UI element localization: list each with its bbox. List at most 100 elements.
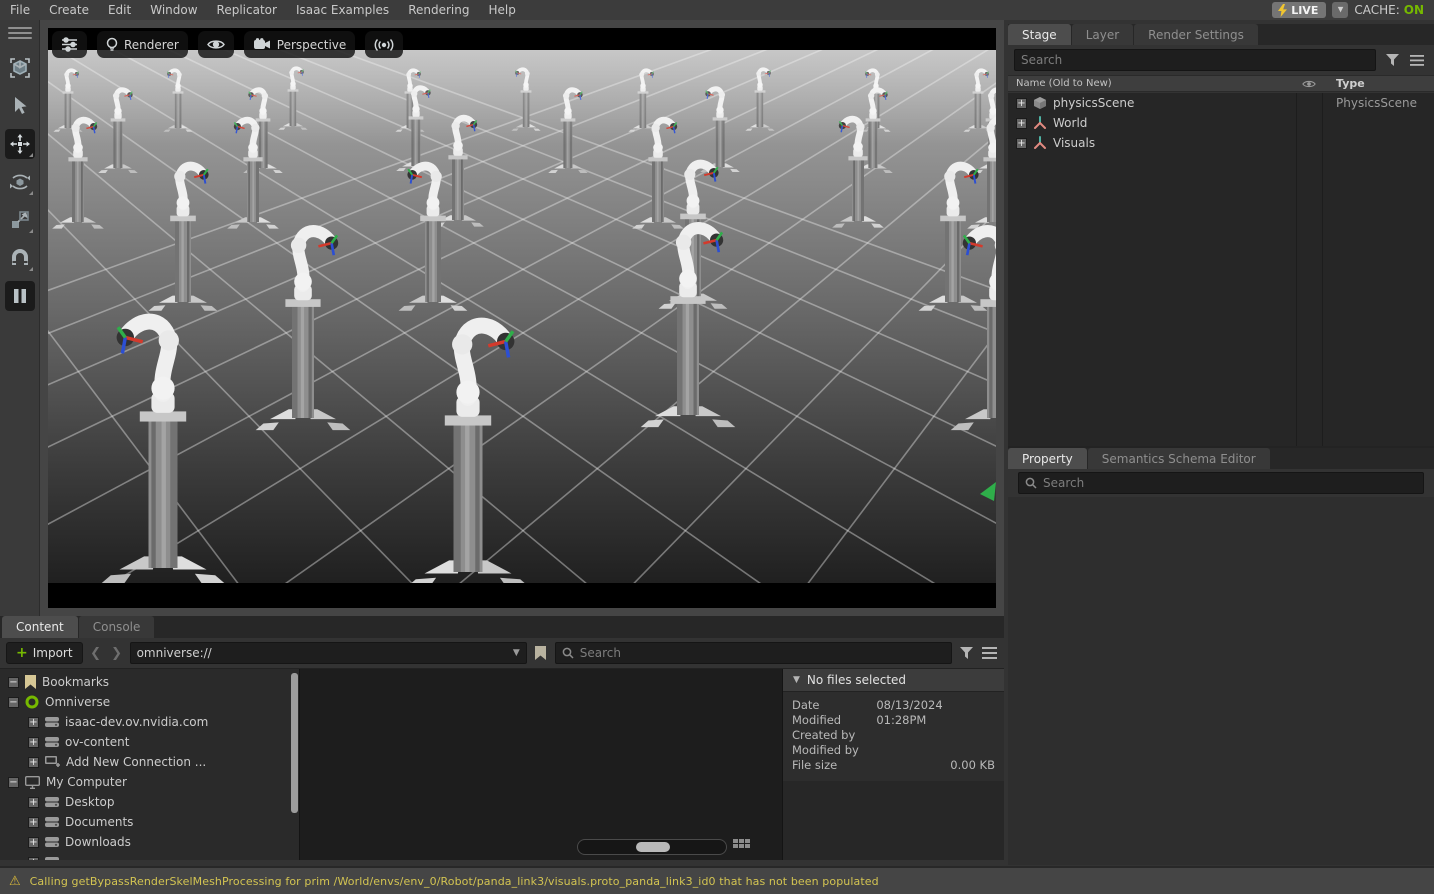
rotate-tool-button[interactable] xyxy=(5,167,35,197)
stage-tree: physicsScene PhysicsScene xyxy=(1008,93,1434,446)
date-modified-row: Date Modified 08/13/2024 01:28PM xyxy=(792,698,995,728)
menu-isaac-examples[interactable]: Isaac Examples xyxy=(296,3,389,17)
tree-item-ov-content[interactable]: ov-content xyxy=(0,732,299,752)
expand-icon[interactable] xyxy=(28,797,39,808)
drive-icon xyxy=(45,816,59,828)
tree-item-isaac-dev-server[interactable]: isaac-dev.ov.nvidia.com xyxy=(0,712,299,732)
tree-label: Add New Connection ... xyxy=(66,755,206,769)
tab-semantics-schema-editor[interactable]: Semantics Schema Editor xyxy=(1088,448,1270,469)
expand-icon[interactable] xyxy=(28,837,39,848)
status-message: Calling getBypassRenderSkelMeshProcessin… xyxy=(30,875,879,888)
collapse-icon[interactable] xyxy=(8,697,19,708)
tree-item-omniverse[interactable]: Omniverse xyxy=(0,692,299,712)
name-column-header[interactable]: Name (Old to New) xyxy=(1008,78,1296,89)
viewport-render-area[interactable]: Renderer Perspective xyxy=(48,28,996,608)
tab-content[interactable]: Content xyxy=(2,616,78,638)
stage-search-field[interactable] xyxy=(1014,49,1376,71)
stage-row-visuals[interactable]: Visuals xyxy=(1008,133,1434,153)
tree-item-add-new-connection[interactable]: Add New Connection ... xyxy=(0,752,299,772)
expand-icon[interactable] xyxy=(28,717,39,728)
path-input[interactable] xyxy=(137,646,507,660)
menu-replicator[interactable]: Replicator xyxy=(217,3,277,17)
back-button[interactable]: ❮ xyxy=(88,643,104,663)
tab-layer[interactable]: Layer xyxy=(1072,24,1133,45)
menu-create[interactable]: Create xyxy=(49,3,89,17)
visibility-button[interactable] xyxy=(198,31,234,58)
type-column-header[interactable]: Type xyxy=(1322,77,1434,90)
right-panel: Stage Layer Render Settings Name (Old to… xyxy=(1008,24,1434,866)
content-options-icon[interactable] xyxy=(980,644,998,662)
content-tree: Bookmarks Omniverse isaac- xyxy=(0,669,300,860)
move-tool-button[interactable] xyxy=(5,129,35,159)
tree-item-my-computer[interactable]: My Computer xyxy=(0,772,299,792)
select-tool-button[interactable] xyxy=(5,91,35,121)
computer-icon xyxy=(25,776,40,789)
modified-by-row: Modified by xyxy=(792,743,995,758)
live-dropdown-icon[interactable] xyxy=(1332,2,1348,18)
tree-item-bookmarks[interactable]: Bookmarks xyxy=(0,672,299,692)
path-dropdown-icon[interactable]: ▼ xyxy=(513,648,520,658)
content-filter-icon[interactable] xyxy=(957,644,975,662)
tree-item-downloads[interactable]: Downloads xyxy=(0,832,299,852)
content-search-input[interactable] xyxy=(580,646,945,660)
viewport-settings-button[interactable] xyxy=(52,31,87,58)
expand-icon[interactable] xyxy=(1016,138,1027,149)
content-tab-bar: Content Console xyxy=(0,616,1004,638)
stage-options-icon[interactable] xyxy=(1408,51,1426,69)
menu-window[interactable]: Window xyxy=(150,3,197,17)
tree-item-desktop[interactable]: Desktop xyxy=(0,792,299,812)
tab-stage[interactable]: Stage xyxy=(1008,24,1071,45)
broadcast-button[interactable] xyxy=(365,31,403,58)
stage-filter-icon[interactable] xyxy=(1383,51,1401,69)
tree-item-clipped[interactable] xyxy=(0,852,299,860)
slider-thumb[interactable] xyxy=(636,842,670,852)
thumbnail-size-slider[interactable] xyxy=(577,839,727,855)
menu-rendering[interactable]: Rendering xyxy=(408,3,469,17)
live-label: LIVE xyxy=(1291,4,1318,17)
forward-button[interactable]: ❯ xyxy=(109,643,125,663)
expand-icon[interactable] xyxy=(28,857,39,861)
expand-icon[interactable] xyxy=(28,757,39,768)
scale-tool-button[interactable] xyxy=(5,205,35,235)
camera-button[interactable]: Perspective xyxy=(244,31,356,58)
rotate-icon xyxy=(9,171,31,193)
collapse-icon[interactable] xyxy=(8,777,19,788)
pause-button[interactable] xyxy=(5,281,35,311)
expand-icon[interactable] xyxy=(1016,98,1027,109)
property-search-field[interactable] xyxy=(1018,472,1424,494)
drive-icon xyxy=(45,856,59,860)
renderer-button[interactable]: Renderer xyxy=(97,31,188,58)
tab-console[interactable]: Console xyxy=(79,616,155,638)
details-header[interactable]: ▼ No files selected xyxy=(783,669,1004,691)
tree-scrollbar[interactable] xyxy=(291,673,298,813)
created-by-row: Created by xyxy=(792,728,995,743)
menu-help[interactable]: Help xyxy=(488,3,515,17)
grid-view-toggle-icon[interactable] xyxy=(733,839,751,855)
tab-property[interactable]: Property xyxy=(1008,448,1087,469)
property-search-input[interactable] xyxy=(1043,476,1417,490)
focus-tool-button[interactable] xyxy=(5,53,35,83)
tree-item-documents[interactable]: Documents xyxy=(0,812,299,832)
stage-row-physics-scene[interactable]: physicsScene PhysicsScene xyxy=(1008,93,1434,113)
collapse-icon[interactable] xyxy=(8,677,19,688)
menu-file[interactable]: File xyxy=(10,3,30,17)
tab-render-settings[interactable]: Render Settings xyxy=(1134,24,1258,45)
toolbar-grip-icon[interactable] xyxy=(8,27,32,39)
bookmark-icon xyxy=(535,646,546,660)
file-grid[interactable] xyxy=(300,669,782,860)
stage-row-world[interactable]: World xyxy=(1008,113,1434,133)
expand-icon[interactable] xyxy=(28,737,39,748)
expand-icon[interactable] xyxy=(28,817,39,828)
visibility-column-header[interactable] xyxy=(1296,79,1322,89)
expand-icon[interactable] xyxy=(1016,118,1027,129)
menu-edit[interactable]: Edit xyxy=(108,3,131,17)
stage-panel: Name (Old to New) Type xyxy=(1008,45,1434,446)
live-button[interactable]: LIVE xyxy=(1272,2,1326,18)
snap-tool-button[interactable] xyxy=(5,243,35,273)
stage-search-input[interactable] xyxy=(1021,53,1369,67)
bookmark-button[interactable] xyxy=(532,644,550,662)
content-search-field[interactable] xyxy=(555,642,952,664)
import-button[interactable]: + Import xyxy=(6,642,83,664)
path-field[interactable]: ▼ xyxy=(130,642,527,664)
renderer-label: Renderer xyxy=(124,38,179,52)
